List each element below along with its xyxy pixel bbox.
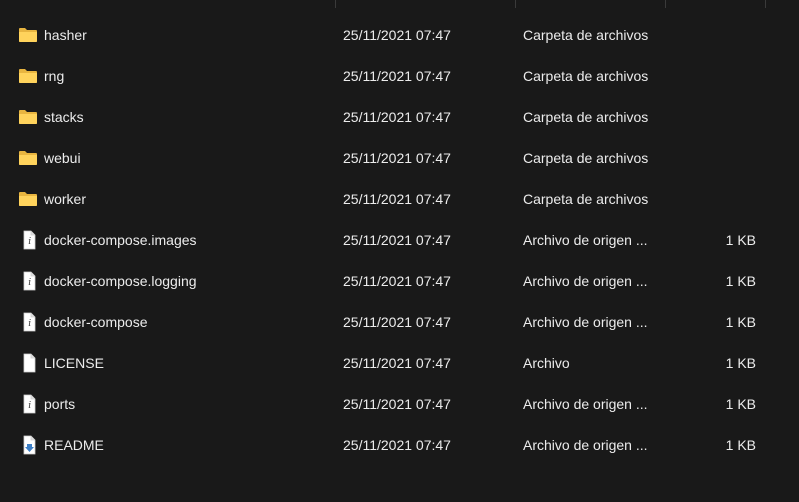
file-size: 1 KB bbox=[725, 232, 756, 248]
file-size bbox=[680, 179, 756, 220]
file-name: LICENSE bbox=[44, 355, 104, 371]
modified-date: 25/11/2021 07:47 bbox=[343, 150, 451, 166]
file-list: hasher 25/11/2021 07:47 Carpeta de archivo… bbox=[0, 15, 799, 466]
modified-date: 25/11/2021 07:47 bbox=[343, 355, 451, 371]
column-divider[interactable] bbox=[765, 0, 766, 8]
file-name: docker-compose.images bbox=[44, 232, 197, 248]
file-name: docker-compose bbox=[44, 314, 148, 330]
svg-text:i: i bbox=[28, 319, 31, 329]
folder-icon bbox=[18, 97, 40, 138]
file-row[interactable]: worker 25/11/2021 07:47 Carpeta de archivo… bbox=[0, 179, 799, 220]
file-row[interactable]: stacks 25/11/2021 07:47 Carpeta de archivo… bbox=[0, 97, 799, 138]
modified-date: 25/11/2021 07:47 bbox=[343, 273, 451, 289]
file-type: Archivo de origen ... bbox=[523, 396, 648, 412]
file-type: Archivo de origen ... bbox=[523, 314, 648, 330]
file-name: hasher bbox=[44, 27, 87, 43]
svg-text:i: i bbox=[28, 237, 31, 247]
file-size: 1 KB bbox=[725, 396, 756, 412]
modified-date: 25/11/2021 07:47 bbox=[343, 232, 451, 248]
modified-date: 25/11/2021 07:47 bbox=[343, 314, 451, 330]
file-size bbox=[680, 138, 756, 179]
file-size: 1 KB bbox=[725, 314, 756, 330]
file-name: docker-compose.logging bbox=[44, 273, 197, 289]
modified-date: 25/11/2021 07:47 bbox=[343, 396, 451, 412]
source-file-icon: i bbox=[18, 384, 40, 425]
column-divider[interactable] bbox=[515, 0, 516, 8]
folder-icon bbox=[18, 138, 40, 179]
file-row[interactable]: README 25/11/2021 07:47 Archivo de origen … bbox=[0, 425, 799, 466]
file-type: Archivo de origen ... bbox=[523, 273, 648, 289]
file-type: Archivo bbox=[523, 355, 570, 371]
file-type: Archivo de origen ... bbox=[523, 232, 648, 248]
column-divider[interactable] bbox=[665, 0, 666, 8]
file-type: Carpeta de archivos bbox=[523, 150, 649, 166]
file-row[interactable]: webui 25/11/2021 07:47 Carpeta de archivos bbox=[0, 138, 799, 179]
modified-date: 25/11/2021 07:47 bbox=[343, 109, 451, 125]
file-row[interactable]: i docker-compose.images 25/11/2021 07:47 A… bbox=[0, 220, 799, 261]
file-row[interactable]: rng 25/11/2021 07:47 Carpeta de archivos bbox=[0, 56, 799, 97]
folder-icon bbox=[18, 15, 40, 56]
modified-date: 25/11/2021 07:47 bbox=[343, 27, 451, 43]
file-size: 1 KB bbox=[725, 355, 756, 371]
file-name: ports bbox=[44, 396, 76, 412]
file-row[interactable]: LICENSE 25/11/2021 07:47 Archivo 1 KB bbox=[0, 343, 799, 384]
file-name: stacks bbox=[44, 109, 84, 125]
modified-date: 25/11/2021 07:47 bbox=[343, 437, 451, 453]
file-type: Carpeta de archivos bbox=[523, 191, 649, 207]
source-file-icon: i bbox=[18, 302, 40, 343]
file-size bbox=[680, 97, 756, 138]
file-type: Carpeta de archivos bbox=[523, 109, 649, 125]
source-file-icon: i bbox=[18, 261, 40, 302]
file-name: README bbox=[44, 437, 104, 453]
file-type: Carpeta de archivos bbox=[523, 27, 649, 43]
folder-icon bbox=[18, 179, 40, 220]
file-size: 1 KB bbox=[725, 273, 756, 289]
folder-icon bbox=[18, 56, 40, 97]
column-divider[interactable] bbox=[335, 0, 336, 8]
modified-date: 25/11/2021 07:47 bbox=[343, 68, 451, 84]
file-name: worker bbox=[44, 191, 87, 207]
file-icon bbox=[18, 343, 40, 384]
modified-date: 25/11/2021 07:47 bbox=[343, 191, 451, 207]
file-size bbox=[680, 56, 756, 97]
file-row[interactable]: i ports 25/11/2021 07:47 Archivo de origen… bbox=[0, 384, 799, 425]
source-file-icon: i bbox=[18, 220, 40, 261]
readme-file-icon bbox=[18, 425, 40, 466]
svg-text:i: i bbox=[28, 401, 31, 411]
column-header-strip bbox=[0, 0, 799, 8]
file-name: rng bbox=[44, 68, 65, 84]
file-name: webui bbox=[44, 150, 81, 166]
file-row[interactable]: i docker-compose 25/11/2021 07:47 Archivo … bbox=[0, 302, 799, 343]
file-size bbox=[680, 15, 756, 56]
file-type: Archivo de origen ... bbox=[523, 437, 648, 453]
file-row[interactable]: i docker-compose.logging 25/11/2021 07:47… bbox=[0, 261, 799, 302]
file-type: Carpeta de archivos bbox=[523, 68, 649, 84]
file-row[interactable]: hasher 25/11/2021 07:47 Carpeta de archivo… bbox=[0, 15, 799, 56]
file-size: 1 KB bbox=[725, 437, 756, 453]
svg-text:i: i bbox=[28, 278, 31, 288]
